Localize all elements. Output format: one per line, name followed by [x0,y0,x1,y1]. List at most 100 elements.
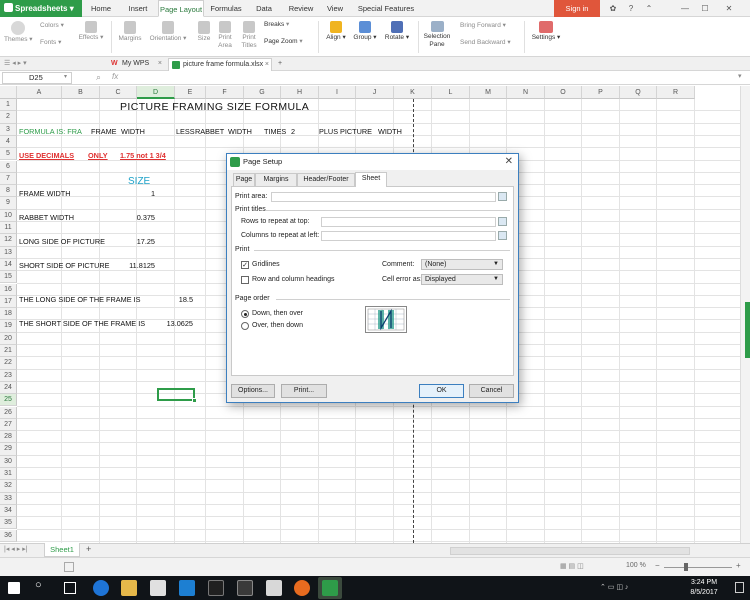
row-header-13[interactable]: 13 [0,246,17,259]
row-header-31[interactable]: 31 [0,468,17,481]
column-header-h[interactable]: H [281,86,319,99]
margins-button[interactable]: Margins [116,21,144,43]
gridlines-checkbox[interactable]: ✓ [241,261,249,269]
taskbar-clock[interactable]: 3:24 PM 8/5/2017 [680,578,728,598]
calculator-icon[interactable] [266,580,282,596]
row-header-2[interactable]: 2 [0,111,17,124]
dialog-close-icon[interactable]: ✕ [505,154,513,170]
column-header-i[interactable]: I [319,86,356,99]
active-cell-d25[interactable] [157,388,197,403]
sheet-nav-icon[interactable]: |◂ ◂ ▸ ▸| [4,545,28,553]
row-col-headings-checkbox[interactable] [241,276,249,284]
zoom-out-icon[interactable]: − [655,561,660,570]
name-box[interactable]: D25 [2,72,72,84]
row-header-30[interactable]: 30 [0,455,17,468]
app-menu-button[interactable]: Spreadsheets ▾ [0,0,82,17]
column-header-k[interactable]: K [394,86,432,99]
row-header-19[interactable]: 19 [0,320,17,333]
formula-input[interactable] [126,72,730,84]
row-header-33[interactable]: 33 [0,492,17,505]
tab-picture-frame-formula[interactable]: picture frame formula.xlsx × [168,58,272,71]
tab-review[interactable]: Review [286,0,316,17]
cancel-button[interactable]: Cancel [469,384,514,398]
row-header-14[interactable]: 14 [0,258,17,272]
close-icon[interactable]: ✕ [720,0,738,17]
row-header-12[interactable]: 12 [0,234,17,247]
fill-handle[interactable] [192,398,197,403]
row-header-26[interactable]: 26 [0,406,17,419]
dialog-tab-sheet[interactable]: Sheet [355,172,387,187]
row-header-11[interactable]: 11 [0,222,17,235]
tab-view[interactable]: View [323,0,347,17]
store-icon[interactable] [150,580,166,596]
mail-icon[interactable] [179,580,195,596]
dialog-tab-header-footer[interactable]: Header/Footer [297,173,355,186]
firefox-icon[interactable] [294,580,310,596]
row-header-24[interactable]: 24 [0,381,17,395]
row-header-5[interactable]: 5 [0,148,17,161]
row-header-4[interactable]: 4 [0,135,17,149]
selection-pane-button[interactable]: Selection Pane [422,21,452,49]
tab-special-features[interactable]: Special Features [356,0,416,17]
down-then-over-radio[interactable] [241,310,249,318]
rows-repeat-input[interactable] [321,217,496,227]
row-header-34[interactable]: 34 [0,504,17,518]
notifications-icon[interactable] [735,582,744,593]
column-header-b[interactable]: B [62,86,100,99]
column-header-l[interactable]: L [432,86,470,99]
dialog-tab-page[interactable]: Page [233,173,255,186]
group-button[interactable]: Group ▾ [352,21,378,42]
column-header-a[interactable]: A [17,86,62,99]
media-icon[interactable] [237,580,253,596]
dialog-tab-margins[interactable]: Margins [255,173,297,186]
minimize-icon[interactable]: — [676,0,694,17]
colors-button[interactable]: Colors ▾ [40,22,64,30]
task-view-icon[interactable] [64,582,76,594]
row-header-8[interactable]: 8 [0,185,17,198]
column-header-n[interactable]: N [507,86,545,99]
settings-button[interactable]: Settings ▾ [530,21,562,42]
options-button[interactable]: Options... [231,384,275,398]
column-header-e[interactable]: E [175,86,206,99]
tab-home[interactable]: Home [86,0,116,17]
row-header-17[interactable]: 17 [0,295,17,309]
print-area-button[interactable]: Print Area [214,21,236,50]
row-header-6[interactable]: 6 [0,160,17,173]
horizontal-scrollbar[interactable] [450,547,690,555]
rotate-button[interactable]: Rotate ▾ [383,21,411,42]
windows-start-icon[interactable] [8,582,20,594]
align-button[interactable]: Align ▾ [323,21,349,42]
column-header-d[interactable]: D [137,86,175,99]
wps-spreadsheets-taskbar-icon[interactable] [322,580,338,596]
zoom-in-icon[interactable]: + [736,561,741,570]
row-header-20[interactable]: 20 [0,332,17,345]
tab-insert[interactable]: Insert [123,0,153,17]
print-button[interactable]: Print... [281,384,327,398]
row-header-3[interactable]: 3 [0,123,17,136]
cols-repeat-input[interactable] [321,231,496,241]
row-header-18[interactable]: 18 [0,308,17,321]
cell-error-select[interactable]: Displayed ▼ [421,274,503,285]
row-header-21[interactable]: 21 [0,345,17,358]
tab-data[interactable]: Data [251,0,277,17]
ok-button[interactable]: OK [419,384,464,398]
row-header-7[interactable]: 7 [0,172,17,186]
themes-button[interactable]: Themes ▾ [4,21,33,44]
row-header-10[interactable]: 10 [0,209,17,222]
zoom-icon[interactable]: ⌕ [96,72,101,83]
add-sheet-button[interactable]: + [86,544,91,554]
row-header-16[interactable]: 16 [0,283,17,296]
terminal-icon[interactable] [208,580,224,596]
new-tab-button[interactable]: + [276,58,282,71]
column-header-q[interactable]: Q [620,86,657,99]
tray-icons[interactable]: ⌃ ▭ ◫ ♪ [600,583,628,591]
sheet-tab-sheet1[interactable]: Sheet1 [44,543,80,557]
row-header-23[interactable]: 23 [0,369,17,382]
edge-icon[interactable] [93,580,109,596]
zoom-slider-thumb[interactable] [684,563,688,571]
column-header-p[interactable]: P [582,86,620,99]
column-header-j[interactable]: J [356,86,394,99]
print-area-input[interactable] [271,192,496,202]
view-mode-icons[interactable]: ▦ ▤ ◫ [560,562,584,570]
tab-formulas[interactable]: Formulas [208,0,244,17]
